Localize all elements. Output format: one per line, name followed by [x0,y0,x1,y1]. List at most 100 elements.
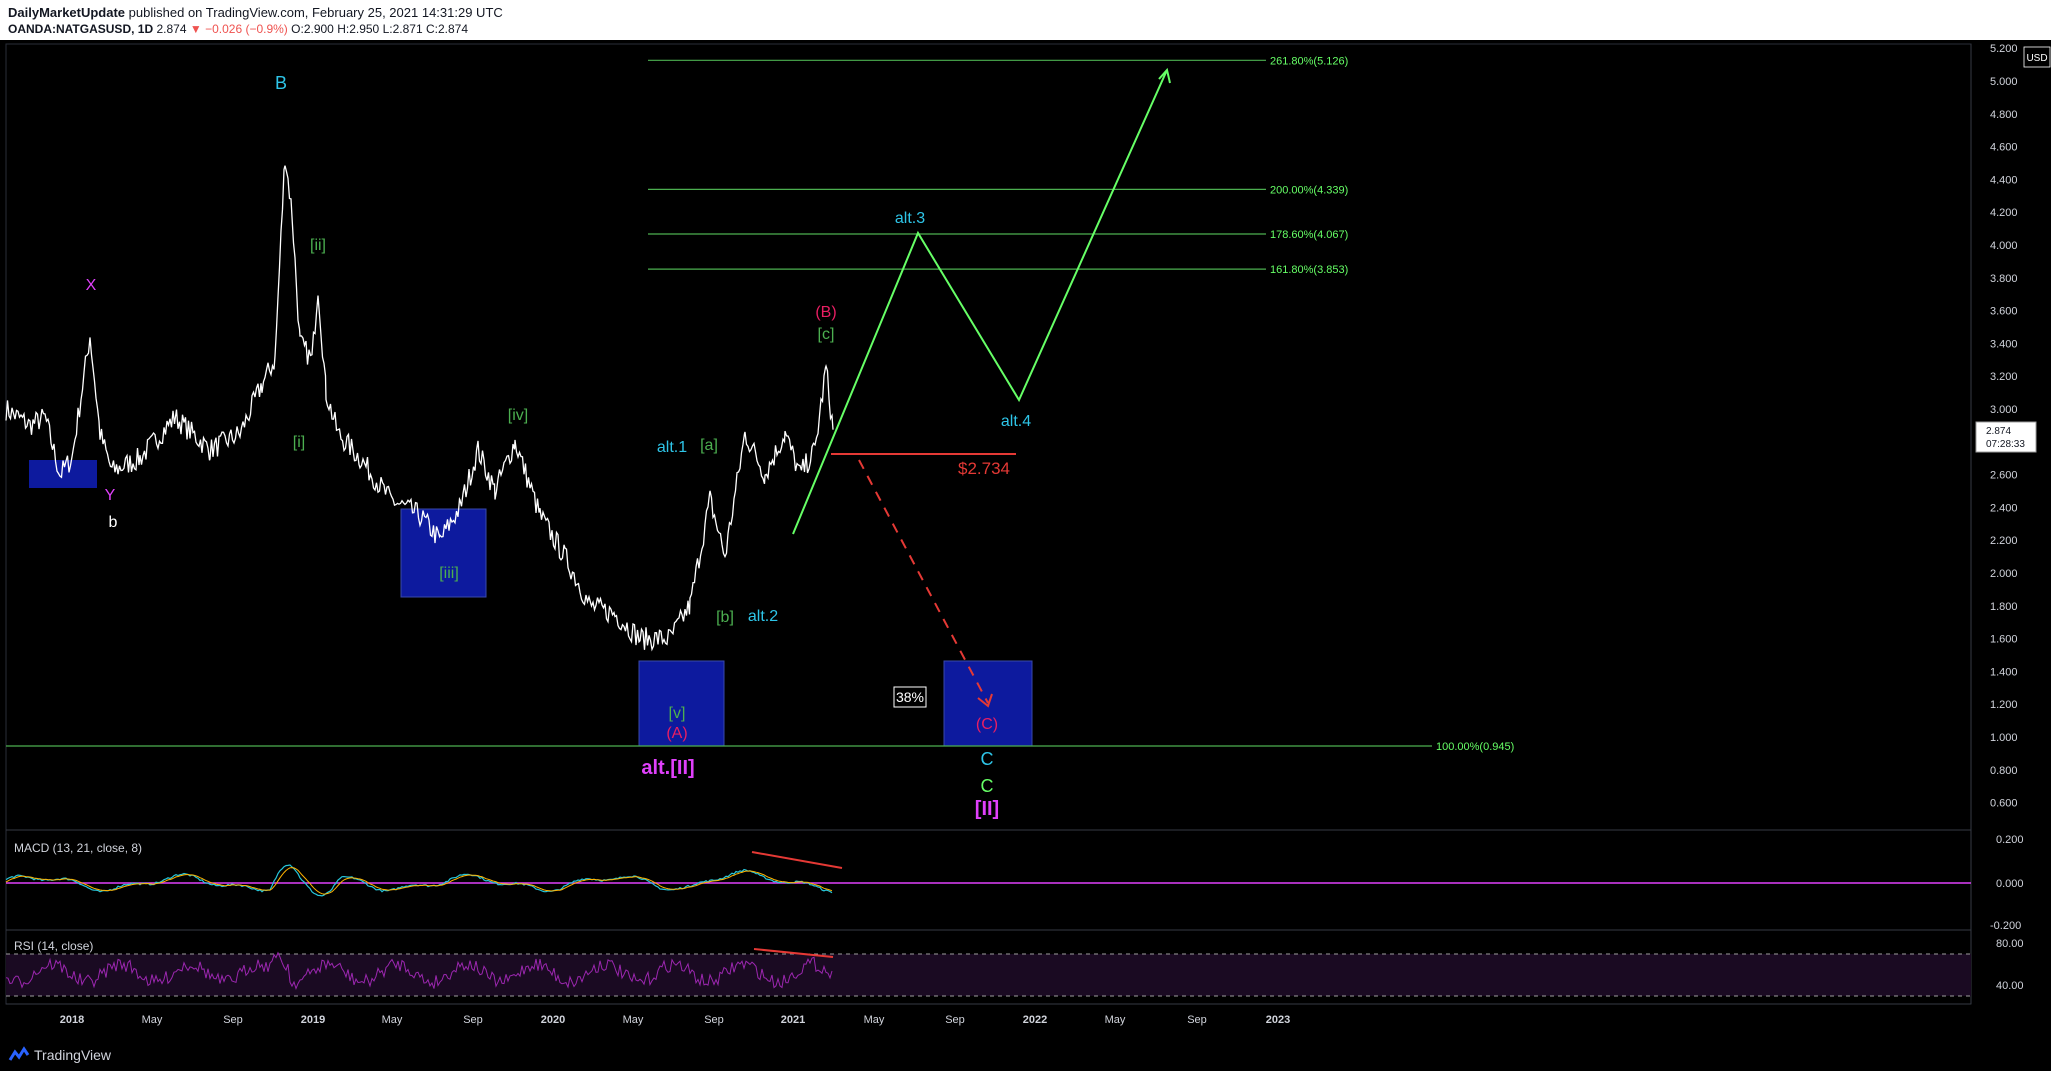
symbol-line: OANDA:NATGASUSD, 1D 2.874 ▼ −0.026 (−0.9… [8,22,468,36]
wave-label-X: X [86,277,97,294]
price-tick: 2.600 [1990,470,2018,482]
time-tick: Sep [704,1014,724,1026]
wave-label-alt1: alt.1 [657,439,687,456]
price-tick: 1.400 [1990,666,2018,678]
price-tick: 3.600 [1990,306,2018,318]
macd-tick-zero: 0.000 [1996,878,2024,890]
time-tick: May [1105,1014,1126,1026]
chart-footer: TradingView [0,1040,2051,1071]
wave-label-B: B [275,73,287,93]
wave-label-C-paren: (C) [976,716,998,733]
price-tick: 1.800 [1990,601,2018,613]
down-arrow-icon: ▼ [189,22,202,36]
symbol-name[interactable]: OANDA:NATGASUSD, 1D [8,22,153,36]
wave-label-A: (A) [666,725,687,742]
price-tick: 1.000 [1990,732,2018,744]
macd-tick-high: 0.200 [1996,834,2024,846]
fib-label: 261.80%(5.126) [1270,55,1348,67]
wave-label-v: [v] [669,705,686,722]
target-zones [29,460,1033,747]
price-tick: 3.200 [1990,371,2018,383]
wave-label-C-green: C [981,776,994,796]
last-price-tag-value: 2.874 [1986,426,2011,437]
time-tick: May [382,1014,403,1026]
price-tick: 2.400 [1990,502,2018,514]
price-tick: 4.200 [1990,207,2018,219]
macd-fast-line [5,864,833,897]
time-tick: 2019 [301,1014,325,1026]
macd-title[interactable]: MACD (13, 21, close, 8) [14,841,142,855]
price-tick: 2.000 [1990,568,2018,580]
wave-label-alt2: alt.2 [748,608,778,625]
wave-labels: B X Y b [ii] [i] [iii] [iv] [v] (A) alt.… [86,73,1032,820]
price-tick: 0.800 [1990,765,2018,777]
time-tick: Sep [223,1014,243,1026]
rsi-tick-40: 40.00 [1996,980,2024,992]
percent-box-label: 38% [896,689,924,705]
fib-label: 200.00%(4.339) [1270,184,1348,196]
price-tick: 5.200 [1990,43,2018,55]
time-tick: Sep [463,1014,483,1026]
rsi-band [6,954,1971,996]
tradingview-logo-icon[interactable] [8,1046,30,1064]
price-tick: 4.600 [1990,142,2018,154]
tradingview-brand[interactable]: TradingView [34,1047,111,1063]
wave-label-alt4: alt.4 [1001,413,1031,430]
ohlc-low: L:2.871 [382,22,423,36]
time-tick: May [864,1014,885,1026]
time-tick: 2023 [1266,1014,1290,1026]
macd-tick-low: -0.200 [1990,920,2021,932]
published-text: published on TradingView.com, February 2… [128,5,503,20]
wave-label-a: [a] [700,437,718,454]
price-tick: 1.600 [1990,634,2018,646]
time-tick: 2021 [781,1014,805,1026]
price-tick: 4.000 [1990,240,2018,252]
fib-levels: 261.80%(5.126) 200.00%(4.339) 178.60%(4.06… [6,55,1514,753]
wave-label-alt3: alt.3 [895,210,925,227]
macd-divergence-line [751,851,843,869]
price-tick: 5.000 [1990,76,2018,88]
wave-label-ii: [ii] [310,237,326,254]
zone-iii [400,508,487,598]
ohlc-open: O:2.900 [291,22,334,36]
chart-area[interactable]: 261.80%(5.126) 200.00%(4.339) 178.60%(4.06… [0,40,2051,1040]
wave-label-B-paren: (B) [815,304,836,321]
price-tick: 2.200 [1990,535,2018,547]
price-tick: 3.400 [1990,338,2018,350]
time-tick: May [142,1014,163,1026]
price-tick: 0.600 [1990,798,2018,810]
time-axis[interactable]: 2018 May Sep 2019 May Sep 2020 May Sep 2021 May Sep… [60,1014,1290,1026]
chart-header: DailyMarketUpdate published on TradingVi… [0,0,2051,40]
stop-level-label: $2.734 [958,459,1010,478]
time-tick: Sep [945,1014,965,1026]
time-tick: Sep [1187,1014,1207,1026]
wave-label-II: [II] [975,798,999,820]
price-tick: 4.800 [1990,109,2018,121]
time-tick: 2022 [1023,1014,1047,1026]
time-tick: 2020 [541,1014,565,1026]
last-price-countdown: 07:28:33 [1986,439,2025,450]
macd-signal-line [5,867,833,895]
price-tick: 1.200 [1990,699,2018,711]
wave-label-i: [i] [293,434,305,451]
price-change: −0.026 (−0.9%) [205,22,288,36]
price-tick: 3.800 [1990,273,2018,285]
wave-label-b2: [b] [716,609,734,626]
rsi-title[interactable]: RSI (14, close) [14,939,93,953]
publisher-name[interactable]: DailyMarketUpdate [8,5,125,20]
wave-label-iv: [iv] [508,407,528,424]
wave-label-C-cyan: C [981,749,994,769]
publisher-line: DailyMarketUpdate published on TradingVi… [8,5,503,20]
price-tick: 3.000 [1990,404,2018,416]
wave-label-alt-II: alt.[II] [641,757,694,779]
time-tick: 2018 [60,1014,84,1026]
wave-label-Y: Y [105,487,116,504]
fib-label: 178.60%(4.067) [1270,229,1348,241]
wave-label-iii: [iii] [439,565,459,582]
last-price: 2.874 [156,22,187,36]
price-tick: 4.400 [1990,174,2018,186]
fib-label: 100.00%(0.945) [1436,741,1514,753]
rsi-tick-80: 80.00 [1996,938,2024,950]
chart-frame [5,43,1972,1005]
wave-label-c: [c] [818,326,835,343]
